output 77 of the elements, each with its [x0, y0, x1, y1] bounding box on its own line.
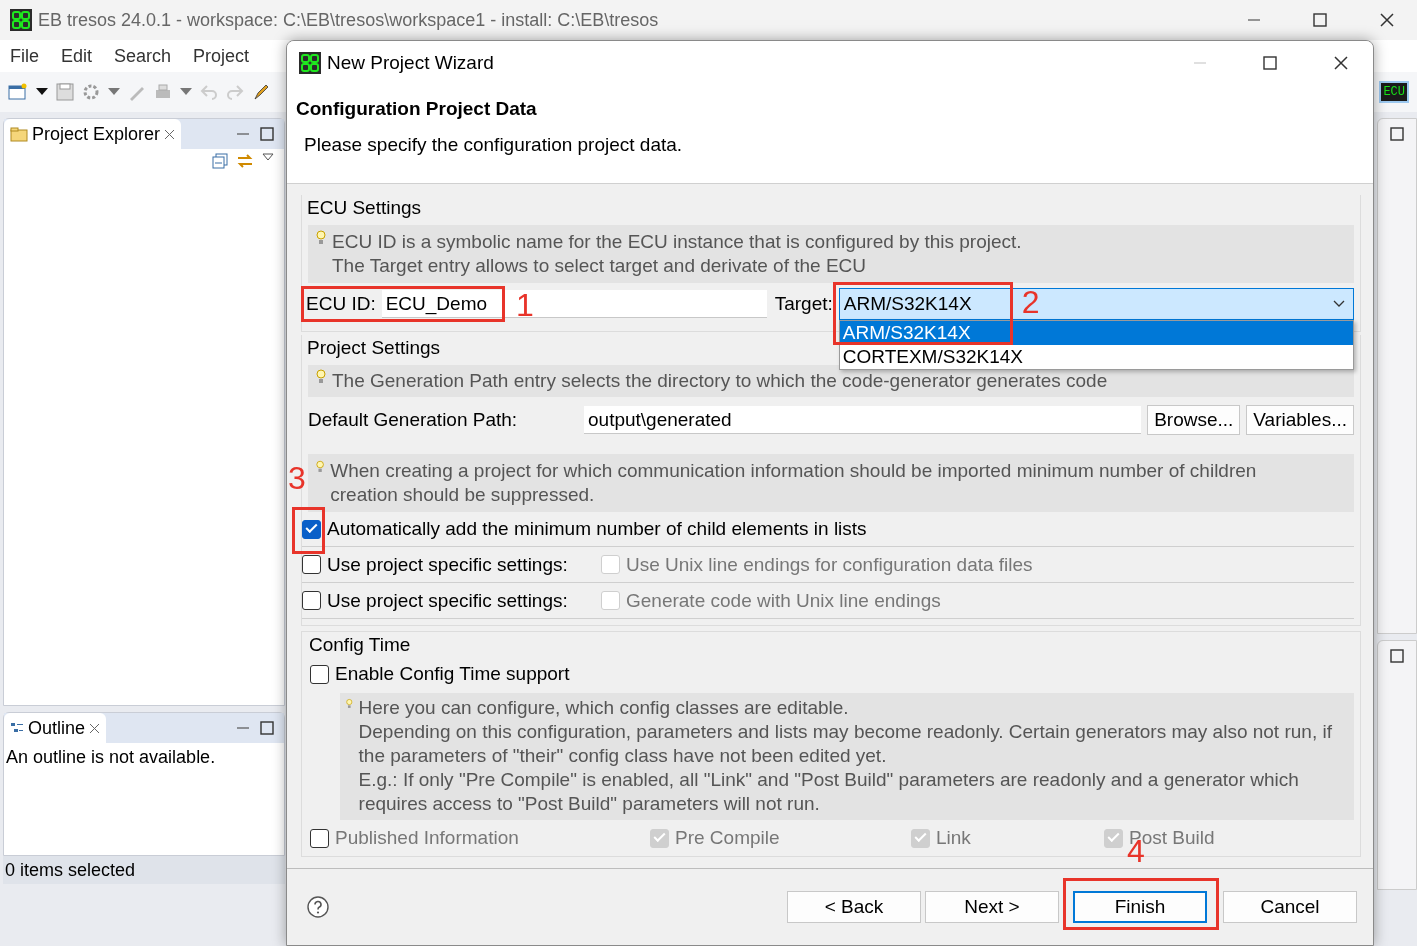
menu-item[interactable]: File — [10, 45, 39, 67]
folder-icon — [10, 126, 28, 142]
perspective-button[interactable]: ECU — [1379, 81, 1409, 103]
checkbox-label: Use Unix line endings for configuration data files — [626, 553, 1033, 576]
close-icon[interactable] — [1333, 54, 1349, 71]
checkbox-label: Use project specific settings: — [327, 553, 569, 576]
maximize-icon[interactable] — [1390, 127, 1404, 141]
maximize-icon[interactable] — [260, 127, 274, 141]
checkbox[interactable] — [302, 519, 321, 539]
outline-list-icon — [10, 721, 24, 735]
hint-text: Depending on this configuration, parameters and lists may become readonly. Certain generators may also not run, if the parameters of "their" config class have not been edited yet. — [358, 720, 1333, 768]
menu-item[interactable]: Search — [114, 45, 172, 67]
checkbox[interactable] — [310, 828, 329, 848]
variables-button[interactable]: Variables... — [1246, 405, 1354, 435]
view-tab[interactable]: Outline — [4, 713, 107, 743]
dropdown-option[interactable]: CORTEXM/S32K14X — [839, 345, 1353, 369]
status-bar: 0 items selected — [3, 856, 285, 884]
outline-message: An outline is not available. — [5, 746, 217, 769]
logo-icon — [299, 51, 321, 74]
field-label: Target: — [774, 293, 833, 315]
dialog-title: New Project Wizard — [327, 51, 494, 74]
checkbox[interactable] — [310, 664, 329, 684]
hint-text: ECU ID is a symbolic name for the ECU instance that is configured by this project. — [332, 230, 1022, 254]
collapse-all-icon[interactable] — [212, 153, 228, 169]
hint-text: Here you can configure, which config classes are editable. — [358, 696, 850, 720]
lightbulb-icon — [316, 369, 326, 385]
checkbox-label: Link — [936, 827, 971, 849]
checkbox-label: Automatically add the minimum number of child elements in lists — [327, 518, 867, 540]
window-title: EB tresos 24.0.1 - workspace: C:\EB\tresos\workspace1 - install: C:\EB\tresos — [38, 9, 659, 31]
finish-button[interactable]: Finish — [1073, 891, 1207, 923]
close-icon[interactable] — [164, 128, 176, 140]
logo-icon — [10, 9, 32, 31]
maximize-icon[interactable] — [1313, 13, 1327, 27]
hint-text: The Generation Path entry selects the directory to which the code-generator generates code — [332, 369, 1108, 393]
field-label: ECU ID: — [306, 293, 376, 315]
menu-item[interactable]: Edit — [61, 45, 93, 67]
maximize-icon[interactable] — [1390, 649, 1404, 663]
field-label: Default Generation Path: — [308, 409, 519, 431]
annotation-number: 2 — [1021, 286, 1040, 318]
hint-text: When creating a project for which communication information should be imported minimum number of children creation should be suppressed. — [330, 459, 1258, 507]
lightbulb-icon — [316, 459, 325, 475]
group-title: Project Settings — [307, 336, 441, 360]
next-button[interactable]: Next > — [925, 891, 1059, 923]
hint-text: The Target entry allows to select target and derivate of the ECU — [332, 254, 868, 278]
annotation-number: 1 — [516, 289, 534, 321]
group-title: ECU Settings — [307, 196, 422, 220]
checkbox-label: Pre Compile — [675, 827, 780, 849]
maximize-icon[interactable] — [260, 721, 274, 735]
checkbox-label: Generate code with Unix line endings — [626, 589, 941, 612]
link-arrows-icon[interactable] — [236, 153, 254, 169]
caret-icon[interactable] — [36, 88, 48, 96]
browse-button[interactable]: Browse... — [1147, 405, 1241, 435]
checkbox-label: Use project specific settings: — [327, 589, 569, 612]
view-tab[interactable]: Project Explorer — [4, 119, 182, 149]
checkbox-label: Enable Config Time support — [335, 663, 570, 685]
view-menu-icon[interactable] — [262, 153, 274, 161]
menu-item[interactable]: Project — [193, 45, 250, 67]
close-icon[interactable] — [89, 722, 101, 734]
page-description: Please specify the configuration project data. — [304, 134, 684, 156]
maximize-icon[interactable] — [1263, 55, 1277, 70]
close-icon[interactable] — [1379, 12, 1395, 28]
annotation-number: 3 — [288, 462, 306, 494]
checkbox-label: Published Information — [335, 827, 519, 849]
new-window-icon[interactable] — [8, 83, 28, 101]
hint-text: E.g.: If only "Pre Compile" is enabled, all "Link" and "Post Build" parameters are readonly and a generator which requires access to "Post Build" parameters will not run. — [358, 768, 1300, 816]
dropdown-option[interactable]: ARM/S32K14X — [839, 321, 1353, 345]
back-button[interactable]: < Back — [787, 891, 921, 923]
help-icon[interactable] — [307, 896, 329, 918]
cancel-button[interactable]: Cancel — [1223, 891, 1357, 923]
chevron-down-icon[interactable] — [1333, 300, 1345, 308]
annotation-box — [292, 507, 325, 554]
checkbox[interactable] — [302, 555, 321, 574]
group-title: Config Time — [309, 633, 411, 657]
page-heading: Configuration Project Data — [296, 98, 538, 120]
checkbox[interactable] — [302, 591, 321, 610]
generation-path-field[interactable]: output\generated — [584, 406, 1142, 434]
lightbulb-icon — [316, 230, 326, 246]
